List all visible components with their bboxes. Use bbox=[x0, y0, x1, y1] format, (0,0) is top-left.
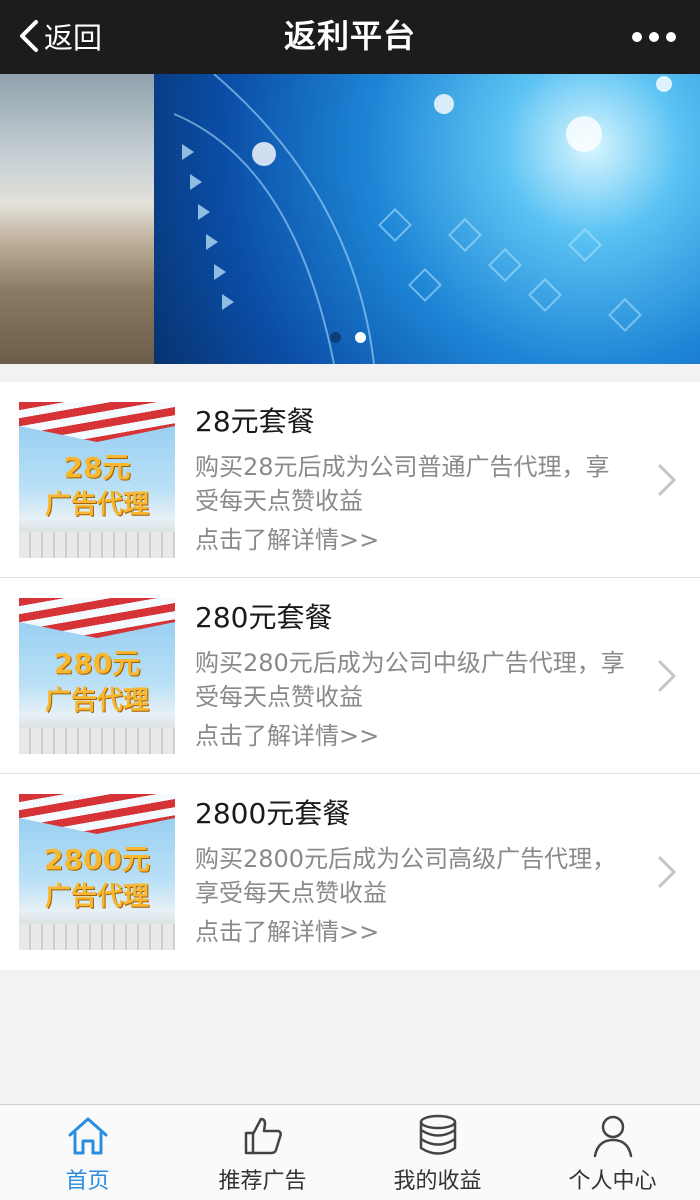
package-title: 2800元套餐 bbox=[195, 797, 351, 830]
thumbnail-label: 广告代理 bbox=[44, 490, 149, 520]
package-description: 购买2800元后成为公司高级广告代理，享受每天点赞收益 bbox=[195, 845, 617, 907]
tab-profile[interactable]: 个人中心 bbox=[525, 1105, 700, 1200]
chevron-right-icon bbox=[658, 464, 676, 496]
banner-carousel[interactable] bbox=[0, 74, 700, 364]
package-thumbnail: 280元 广告代理 bbox=[19, 598, 175, 754]
thumbnail-price: 280元 bbox=[53, 647, 141, 680]
tab-label: 我的收益 bbox=[393, 1169, 482, 1194]
banner-slide-tech bbox=[154, 74, 700, 364]
chevron-right-icon bbox=[658, 856, 676, 888]
package-description: 购买28元后成为公司普通广告代理，享受每天点赞收益 bbox=[195, 453, 610, 515]
user-icon bbox=[593, 1115, 632, 1158]
package-details-link[interactable]: 点击了解详情>> bbox=[195, 520, 379, 555]
package-item-280[interactable]: 280元 广告代理 280元套餐 购买280元后成为公司中级广告代理，享受每天点… bbox=[0, 578, 700, 774]
banner-tech-graphic bbox=[173, 74, 672, 364]
tab-label: 首页 bbox=[65, 1169, 110, 1194]
carousel-dot-1 bbox=[330, 332, 341, 343]
package-list: 28元 广告代理 28元套餐 购买28元后成为公司普通广告代理，享受每天点赞收益… bbox=[0, 382, 700, 970]
nav-bar: 返回 返利平台 bbox=[0, 0, 700, 74]
chevron-right-icon bbox=[658, 660, 676, 692]
thumbnail-price: 2800元 bbox=[44, 843, 150, 876]
package-details-link[interactable]: 点击了解详情>> bbox=[195, 912, 379, 947]
thumbs-up-icon bbox=[244, 1117, 282, 1155]
banner-slide-landscape bbox=[0, 74, 154, 364]
thumbnail-label: 广告代理 bbox=[44, 882, 149, 912]
package-title: 28元套餐 bbox=[195, 405, 315, 438]
page-title: 返利平台 bbox=[283, 17, 416, 55]
tab-home[interactable]: 首页 bbox=[0, 1105, 175, 1200]
package-description: 购买280元后成为公司中级广告代理，享受每天点赞收益 bbox=[195, 649, 625, 711]
package-title: 280元套餐 bbox=[195, 601, 333, 634]
coins-stack-icon bbox=[419, 1114, 456, 1155]
home-icon bbox=[68, 1117, 107, 1155]
carousel-indicator bbox=[330, 332, 366, 343]
carousel-dot-2 bbox=[355, 332, 366, 343]
package-thumbnail: 28元 广告代理 bbox=[19, 402, 175, 558]
package-thumbnail: 2800元 广告代理 bbox=[19, 794, 175, 950]
package-item-28[interactable]: 28元 广告代理 28元套餐 购买28元后成为公司普通广告代理，享受每天点赞收益… bbox=[0, 382, 700, 578]
package-item-2800[interactable]: 2800元 广告代理 2800元套餐 购买2800元后成为公司高级广告代理，享受… bbox=[0, 774, 700, 970]
thumbnail-label: 广告代理 bbox=[44, 686, 149, 716]
more-options-icon[interactable] bbox=[632, 26, 676, 48]
bottom-tab-bar: 首页 推荐广告 我的收益 个人中心 bbox=[0, 1104, 700, 1200]
package-details-link[interactable]: 点击了解详情>> bbox=[195, 716, 379, 751]
tab-label: 推荐广告 bbox=[218, 1169, 307, 1194]
thumbnail-price: 28元 bbox=[63, 451, 131, 484]
tab-recommended-ads[interactable]: 推荐广告 bbox=[175, 1105, 350, 1200]
tab-label: 个人中心 bbox=[568, 1169, 657, 1194]
tab-my-earnings[interactable]: 我的收益 bbox=[350, 1105, 525, 1200]
